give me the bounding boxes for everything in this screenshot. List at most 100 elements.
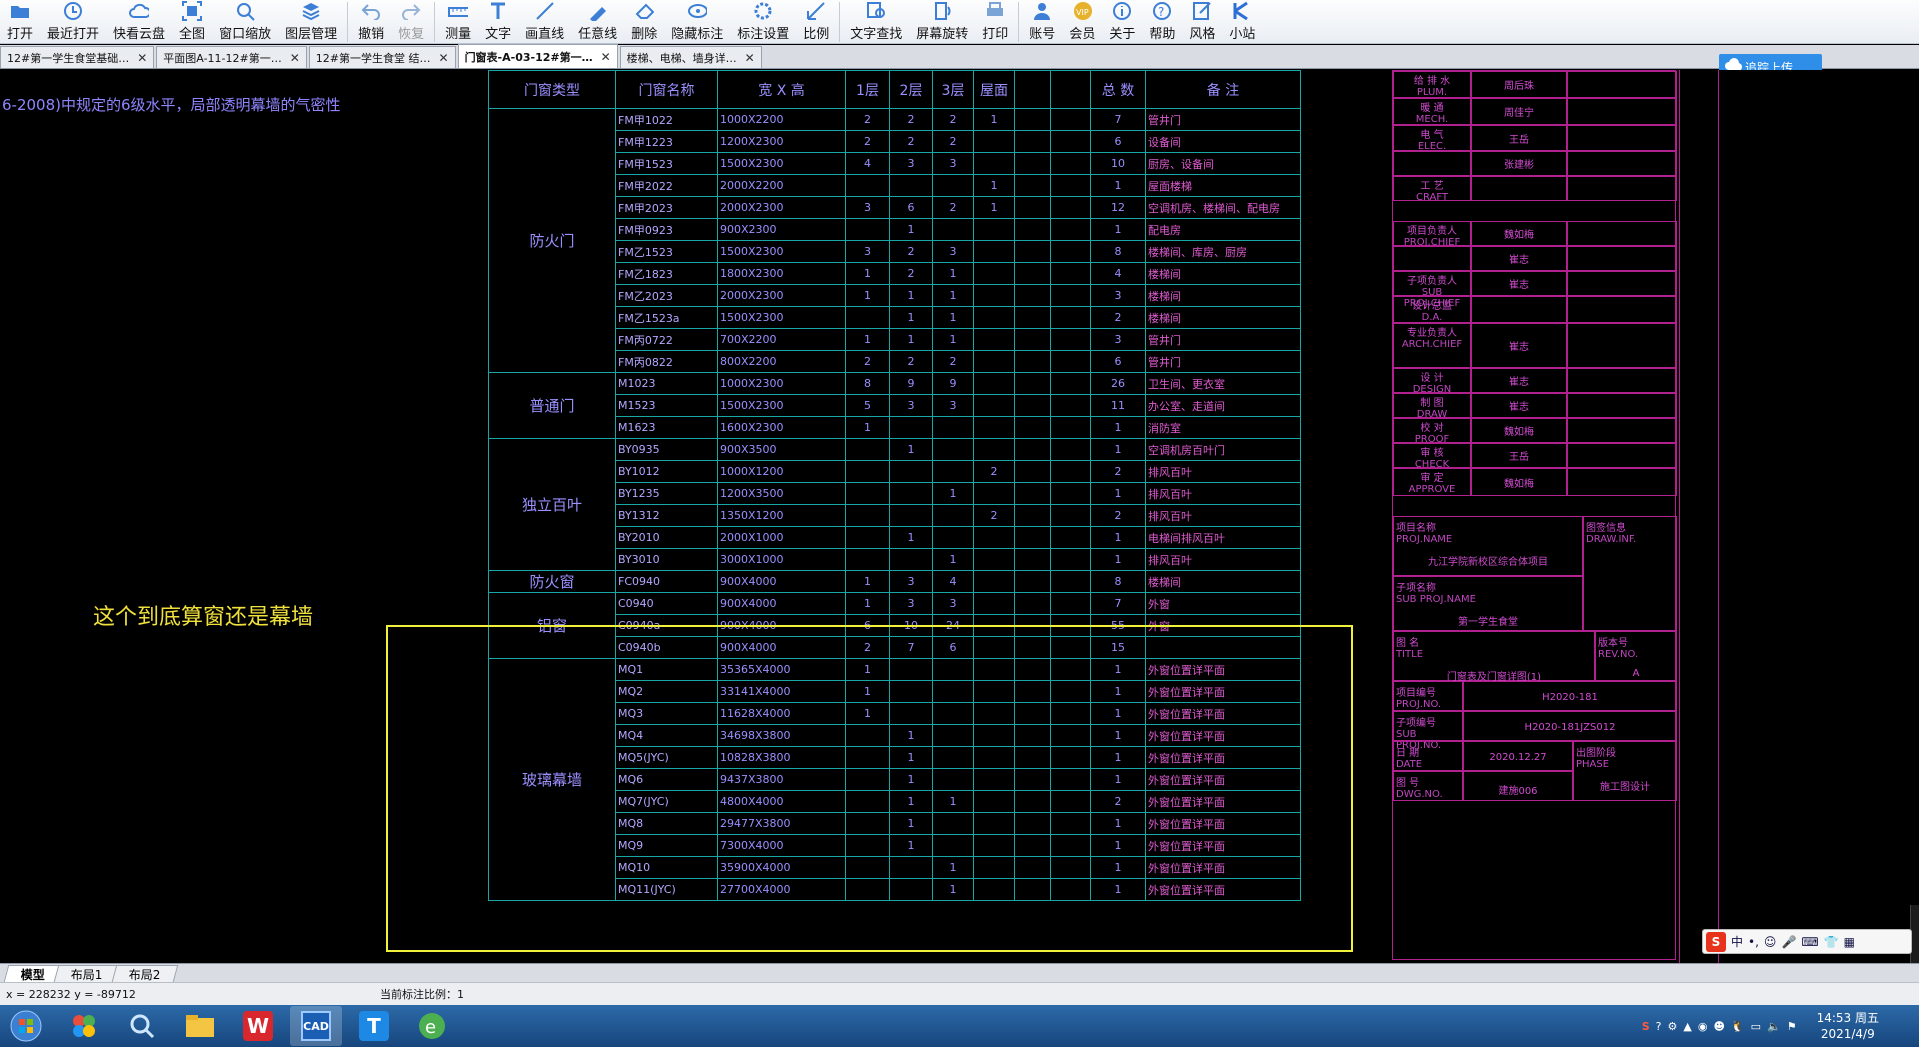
wps-icon[interactable]: W: [232, 1006, 284, 1046]
toolbar-button-measure[interactable]: 测量: [438, 0, 478, 44]
empty-cell: [1050, 240, 1091, 263]
close-icon[interactable]: ✕: [290, 51, 300, 65]
close-icon[interactable]: ✕: [601, 50, 611, 64]
text-app-icon[interactable]: T: [348, 1006, 400, 1046]
table-header-cell: [1050, 70, 1091, 109]
toolbar-button-hide-annotation[interactable]: 隐藏标注: [664, 0, 730, 44]
cell-size: 3000X1000: [717, 548, 846, 571]
annotation-scale-readout: 当前标注比例：1: [380, 988, 464, 1001]
annotation-selection-box[interactable]: [386, 625, 1353, 952]
toolbar-button-vip[interactable]: VIP 会员: [1062, 0, 1102, 44]
flag-icon[interactable]: ⚑: [1787, 1020, 1797, 1033]
toolbar-button-zoom-window[interactable]: 窗口缩放: [212, 0, 278, 44]
document-tab[interactable]: 楼梯、电梯、墙身详… ✕: [619, 46, 762, 68]
toolbar-button-text[interactable]: 文字: [478, 0, 518, 44]
toolbar-button-layers[interactable]: 图层管理: [278, 0, 344, 44]
apps-icon[interactable]: ▦: [1844, 935, 1855, 949]
title-block-value: [1471, 176, 1567, 201]
toolbar-button-recent[interactable]: 最近打开: [40, 0, 106, 44]
toolbar-button-help[interactable]: ? 帮助: [1142, 0, 1182, 44]
toolbar-button-freehand[interactable]: 任意线: [571, 0, 624, 44]
toolbar-button-folder-open[interactable]: 打开: [0, 0, 40, 44]
cell-remark: 楼梯间: [1145, 570, 1301, 593]
punctuation-icon[interactable]: •,: [1748, 935, 1759, 949]
title-block-empty: [1567, 71, 1677, 98]
display-tray-icon[interactable]: ▭: [1751, 1020, 1761, 1033]
cell-name: FM乙1823: [615, 262, 718, 285]
document-tab[interactable]: 12#第一学生食堂 结… ✕: [308, 46, 456, 68]
drawing-number-label: 图 号 DWG.NO.: [1393, 771, 1463, 801]
app-icon[interactable]: [58, 1006, 110, 1046]
toolbar-button-label: 快看云盘: [113, 27, 166, 42]
cell-size: 1500X2300: [717, 240, 846, 263]
toolbar-separator: [1018, 2, 1020, 42]
cell-l2: 1: [889, 438, 933, 461]
volume-icon[interactable]: 🔈: [1767, 1020, 1781, 1033]
settings-tray-icon[interactable]: ⚙: [1667, 1020, 1677, 1033]
cell-remark: 管井门: [1145, 108, 1301, 131]
status-bar: x = 228232 y = -89712 当前标注比例：1: [0, 982, 1919, 1005]
title-block-value: [1471, 296, 1567, 323]
search-icon[interactable]: [116, 1006, 168, 1046]
table-row: 独立百叶 BY0935 900X3500 1 1 空调机房百叶门: [488, 438, 1301, 571]
cell-total: 26: [1090, 372, 1146, 395]
keyboard-icon[interactable]: ⌨: [1801, 935, 1818, 949]
toolbar-button-line[interactable]: 画直线: [518, 0, 571, 44]
browser-icon[interactable]: e: [406, 1006, 458, 1046]
document-tab[interactable]: 门窗表-A-03-12#第一… ✕: [457, 44, 618, 68]
security-tray-icon[interactable]: ☻: [1713, 1020, 1724, 1033]
toolbar-button-cloud-drive[interactable]: 快看云盘: [106, 0, 172, 44]
toolbar-button-annotation-settings[interactable]: 标注设置: [730, 0, 796, 44]
cell-roof: [973, 240, 1015, 263]
mic-icon[interactable]: 🎤: [1781, 935, 1796, 949]
toolbar-button-scale[interactable]: 比例: [796, 0, 836, 44]
document-tab[interactable]: 平面图A-11-12#第一… ✕: [156, 46, 307, 68]
empty-cell: [1050, 416, 1091, 439]
line-icon: [535, 1, 555, 21]
title-block-label: 审 定 APPROVE: [1393, 468, 1471, 496]
close-icon[interactable]: ✕: [745, 51, 755, 65]
toolbar-button-rotate-screen[interactable]: 屏幕旋转: [909, 0, 975, 44]
toolbar-button-fit-all[interactable]: 全图: [172, 0, 212, 44]
emoji-icon[interactable]: ☺: [1764, 935, 1777, 949]
cell-l1: 2: [845, 350, 890, 373]
show-hidden-icon[interactable]: ▲: [1683, 1020, 1691, 1033]
document-tab[interactable]: 12#第一学生食堂基础… ✕: [0, 46, 155, 68]
cell-l1: 2: [845, 130, 890, 153]
empty-cell: [1050, 570, 1091, 593]
cell-remark: 办公室、走道间: [1145, 394, 1301, 417]
taskbar-clock[interactable]: 14:53 周五 2021/4/9: [1817, 1010, 1879, 1042]
toolbar-button-label: 隐藏标注: [671, 27, 724, 42]
clock-time: 14:53 周五: [1816, 1011, 1879, 1025]
sogou-tray-icon[interactable]: S: [1642, 1020, 1650, 1033]
toolbar-button-undo[interactable]: 撤销: [351, 0, 391, 44]
empty-cell: [1050, 372, 1091, 395]
drawing-canvas[interactable]: 6-2008)中规定的6级水平，局部透明幕墙的气密性 门窗类型 门窗名称宽 X 高…: [0, 70, 1919, 963]
start-button[interactable]: [0, 1006, 52, 1046]
close-icon[interactable]: ✕: [439, 51, 449, 65]
layout-tab[interactable]: 布局1: [53, 965, 120, 982]
cad-viewer-icon[interactable]: CAD: [290, 1006, 342, 1046]
network-tray-icon[interactable]: ◉: [1698, 1020, 1708, 1033]
cell-l3: 9: [932, 372, 974, 395]
ime-language-label[interactable]: 中: [1731, 933, 1743, 950]
title-block-empty: [1567, 468, 1677, 496]
toolbar-button-account[interactable]: 账号: [1022, 0, 1062, 44]
toolbar-button-info[interactable]: 关于: [1102, 0, 1142, 44]
toolbar-button-site[interactable]: 小站: [1222, 0, 1262, 44]
ime-toolbar[interactable]: S 中 •, ☺ 🎤 ⌨ 👕 ▦: [1702, 929, 1912, 954]
value-text: 第一学生食堂: [1458, 617, 1518, 628]
toolbar-button-redo[interactable]: 恢复: [391, 0, 431, 44]
skin-icon[interactable]: 👕: [1824, 935, 1839, 949]
toolbar-button-text-search[interactable]: 文字查找: [843, 0, 909, 44]
file-explorer-icon[interactable]: [174, 1006, 226, 1046]
qq-tray-icon[interactable]: 🐧: [1731, 1020, 1745, 1033]
help-tray-icon[interactable]: ?: [1656, 1020, 1662, 1033]
cell-remark: 屋面楼梯: [1145, 174, 1301, 197]
toolbar-button-style[interactable]: 风格: [1182, 0, 1222, 44]
toolbar-button-print[interactable]: 打印: [975, 0, 1015, 44]
toolbar-button-label: 会员: [1069, 27, 1096, 42]
toolbar-button-eraser[interactable]: 删除: [624, 0, 664, 44]
layout-tab[interactable]: 布局2: [111, 965, 178, 982]
close-icon[interactable]: ✕: [137, 51, 147, 65]
